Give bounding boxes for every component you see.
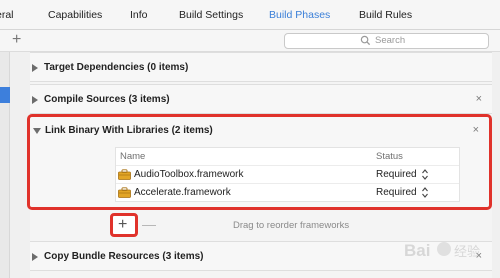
framework-toolbox-icon (118, 187, 131, 198)
column-header-status[interactable]: Status (376, 151, 403, 162)
phase-title: Compile Sources (3 items) (44, 94, 170, 105)
table-row[interactable]: Accelerate.framework Required (116, 183, 459, 201)
disclosure-triangle-icon[interactable] (32, 253, 38, 261)
disclosure-triangle-icon[interactable] (33, 128, 41, 134)
add-library-highlight: + (110, 213, 138, 237)
tab-general[interactable]: eral (0, 9, 14, 21)
table-row[interactable]: AudioToolbox.framework Required (116, 165, 459, 183)
target-sidebar (0, 52, 10, 278)
search-field[interactable]: Search (284, 33, 489, 49)
phase-title: Copy Bundle Resources (3 items) (44, 251, 204, 262)
svg-text:Bai: Bai (404, 241, 430, 260)
phase-title: Target Dependencies (0 items) (44, 62, 189, 73)
phase-compile-sources[interactable]: Compile Sources (3 items) × (30, 84, 492, 114)
search-icon (360, 35, 371, 46)
add-phase-button[interactable]: + (12, 31, 21, 49)
tab-info[interactable]: Info (130, 9, 148, 21)
framework-name: Accelerate.framework (134, 187, 231, 198)
tab-bar: eral Capabilities Info Build Settings Bu… (0, 0, 500, 30)
search-placeholder: Search (375, 35, 406, 46)
svg-text:经验: 经验 (454, 244, 480, 260)
tab-build-phases[interactable]: Build Phases (269, 9, 330, 21)
library-table: Name Status AudioToolbox.framework Requi… (115, 147, 460, 202)
disclosure-triangle-icon[interactable] (32, 64, 38, 72)
framework-name: AudioToolbox.framework (134, 169, 244, 180)
tab-build-rules[interactable]: Build Rules (359, 9, 412, 21)
status-stepper-icon[interactable] (421, 186, 429, 199)
drag-hint-text: Drag to reorder frameworks (233, 220, 350, 231)
phase-target-dependencies[interactable]: Target Dependencies (0 items) (30, 52, 492, 82)
status-select[interactable]: Required (376, 169, 417, 180)
tab-capabilities[interactable]: Capabilities (48, 9, 102, 21)
framework-toolbox-icon (118, 169, 131, 180)
delete-phase-icon[interactable]: × (476, 93, 482, 105)
remove-library-button[interactable]: — (142, 216, 156, 232)
disclosure-triangle-icon[interactable] (32, 96, 38, 104)
phase-title: Link Binary With Libraries (2 items) (45, 125, 213, 136)
delete-phase-icon[interactable]: × (473, 124, 479, 136)
status-stepper-icon[interactable] (421, 168, 429, 181)
baidu-watermark-logo: Bai 经验 (404, 241, 480, 260)
tab-build-settings[interactable]: Build Settings (179, 9, 243, 21)
phases-toolbar: + Search (0, 30, 500, 52)
status-select[interactable]: Required (376, 187, 417, 198)
column-header-name[interactable]: Name (120, 151, 145, 162)
phase-link-binary-with-libraries[interactable]: Link Binary With Libraries (2 items) × N… (27, 114, 492, 210)
add-library-button[interactable]: + (118, 216, 127, 234)
selected-target-indicator[interactable] (0, 87, 10, 103)
